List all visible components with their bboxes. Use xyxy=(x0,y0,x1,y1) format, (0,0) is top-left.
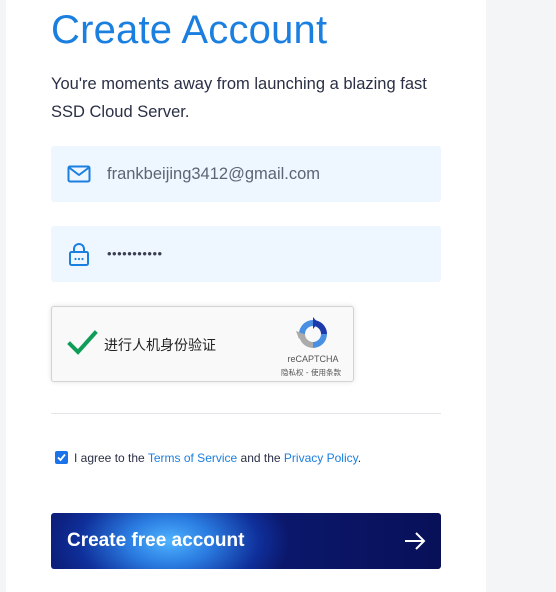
divider xyxy=(51,413,441,414)
terms-agreement: I agree to the Terms of Service and the … xyxy=(55,450,361,466)
agree-checkbox[interactable] xyxy=(55,451,68,464)
privacy-policy-link[interactable]: Privacy Policy xyxy=(284,451,358,465)
lock-icon xyxy=(67,242,91,266)
recaptcha-privacy-terms-links[interactable]: 隐私权 - 使用条款 xyxy=(274,367,348,378)
arrow-right-icon xyxy=(403,530,427,552)
agree-text-suffix: . xyxy=(357,451,362,465)
envelope-icon xyxy=(67,162,91,186)
recaptcha-brand: reCAPTCHA xyxy=(287,354,339,364)
create-account-button-label: Create free account xyxy=(67,530,245,551)
terms-of-service-link[interactable]: Terms of Service xyxy=(148,451,237,465)
create-account-button[interactable]: Create free account xyxy=(51,513,441,569)
agree-text-middle: and the xyxy=(237,451,284,465)
password-field[interactable]: ••••••••••• xyxy=(51,226,441,282)
email-value[interactable]: frankbeijing3412@gmail.com xyxy=(107,146,320,202)
recaptcha-logo-icon xyxy=(296,317,330,351)
password-value[interactable]: ••••••••••• xyxy=(107,226,163,282)
checkmark-icon[interactable] xyxy=(66,327,98,359)
email-field[interactable]: frankbeijing3412@gmail.com xyxy=(51,146,441,202)
agree-text-prefix: I agree to the xyxy=(74,451,148,465)
recaptcha-widget[interactable]: 进行人机身份验证 reCAPTCHA 隐私权 - 使用条款 xyxy=(51,306,354,382)
page-title: Create Account xyxy=(51,8,328,52)
recaptcha-label: 进行人机身份验证 xyxy=(104,338,216,354)
signup-card: Create Account You're moments away from … xyxy=(6,0,486,592)
page-subtitle: You're moments away from launching a bla… xyxy=(51,75,427,121)
